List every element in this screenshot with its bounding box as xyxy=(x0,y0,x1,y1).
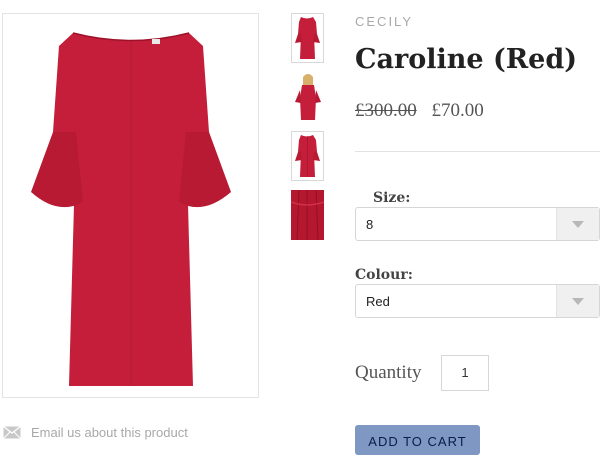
price-row: £300.00 £70.00 xyxy=(355,100,484,122)
sale-price: £70.00 xyxy=(431,100,484,121)
colour-dropdown-toggle[interactable] xyxy=(556,285,599,317)
thumbnail-fabric-detail[interactable] xyxy=(291,190,324,240)
main-product-image[interactable] xyxy=(2,13,259,398)
quantity-input[interactable]: 1 xyxy=(441,355,489,391)
colour-select[interactable]: Red xyxy=(355,284,600,318)
colour-label: Colour: xyxy=(355,267,413,283)
chevron-down-icon xyxy=(572,298,584,305)
product-title: Caroline (Red) xyxy=(355,44,577,75)
size-label: Size: xyxy=(373,190,411,206)
size-dropdown-toggle[interactable] xyxy=(556,208,599,240)
size-select-value: 8 xyxy=(366,217,374,232)
quantity-label: Quantity xyxy=(355,362,422,383)
thumbnail-front[interactable] xyxy=(291,13,324,63)
original-price: £300.00 xyxy=(355,100,417,121)
chevron-down-icon xyxy=(572,221,584,228)
email-link-label: Email us about this product xyxy=(31,425,188,440)
thumbnail-back[interactable] xyxy=(291,131,324,181)
brand-name[interactable]: CECILY xyxy=(355,14,413,29)
colour-select-value: Red xyxy=(366,294,390,309)
size-select[interactable]: 8 xyxy=(355,207,600,241)
divider xyxy=(355,151,600,152)
add-to-cart-button[interactable]: ADD TO CART xyxy=(355,425,480,455)
envelope-icon xyxy=(3,426,21,439)
thumbnail-model[interactable] xyxy=(291,72,324,122)
